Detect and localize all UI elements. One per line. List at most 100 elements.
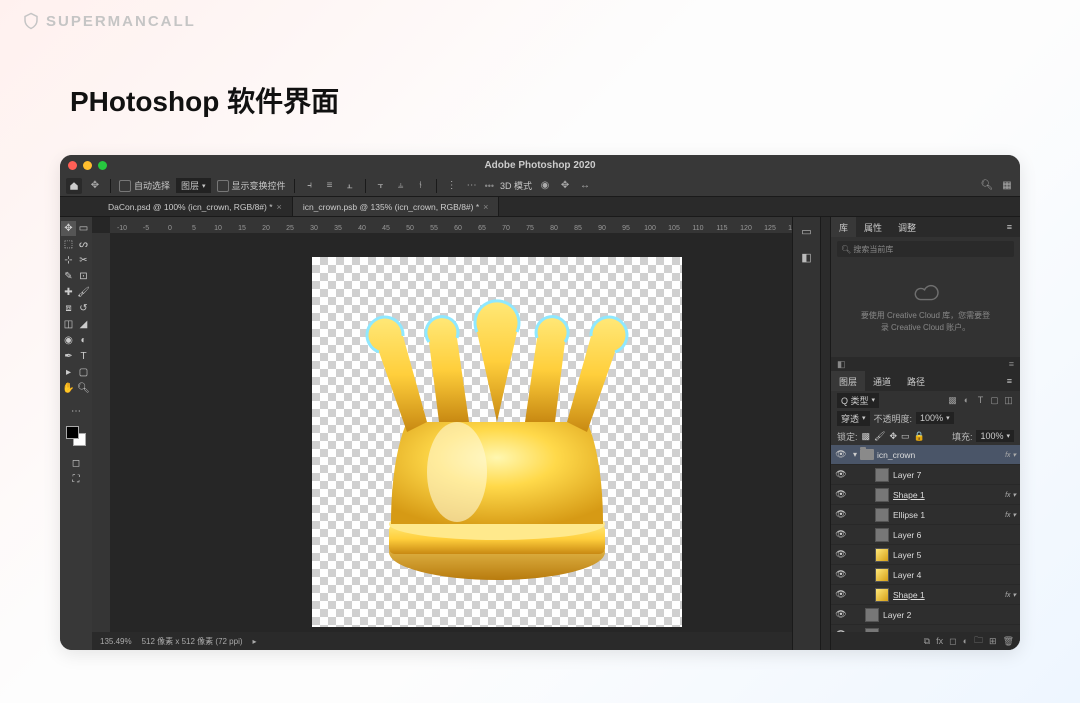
dodge-tool[interactable]: ◐ [76, 333, 91, 348]
align-center-v-icon[interactable]: ⫨ [394, 179, 408, 193]
align-bottom-icon[interactable]: ⫮ [414, 179, 428, 193]
eraser-tool[interactable]: ◫ [61, 317, 76, 332]
visibility-toggle[interactable]: 👁 [835, 469, 847, 480]
crop-tool[interactable]: ✂ [76, 253, 91, 268]
screenmode-tool[interactable]: ⛶ [69, 472, 84, 487]
gradient-tool[interactable]: ◢ [76, 317, 91, 332]
align-right-icon[interactable]: ⫠ [343, 179, 357, 193]
search-button[interactable]: 🔍︎ [980, 179, 994, 193]
new-group-icon[interactable]: 🗀 [974, 633, 983, 649]
link-layers-icon[interactable]: ⧉ [924, 636, 930, 647]
tab-paths[interactable]: 路径 [899, 371, 933, 391]
layer-row[interactable]: 👁Layer 6 [831, 525, 1020, 545]
tab-layers[interactable]: 图层 [831, 371, 865, 391]
tab-adjustments[interactable]: 调整 [890, 217, 924, 237]
marquee-tool[interactable]: ⬚ [61, 237, 76, 252]
foreground-color[interactable] [66, 426, 79, 439]
blur-tool[interactable]: ◉ [61, 333, 76, 348]
close-tab-icon[interactable]: × [483, 202, 488, 212]
path-select-tool[interactable]: ▸ [61, 365, 76, 380]
fill-input[interactable]: 100%▾ [976, 430, 1014, 442]
lock-pos-icon[interactable]: ✥ [889, 431, 897, 442]
workspace-button[interactable]: ▦ [1000, 179, 1014, 193]
slide-3d-icon[interactable]: ↔ [578, 179, 592, 193]
align-top-icon[interactable]: ⫟ [374, 179, 388, 193]
align-left-icon[interactable]: ⫞ [303, 179, 317, 193]
type-tool[interactable]: T [76, 349, 91, 364]
frame-tool[interactable]: ⊡ [76, 269, 91, 284]
panel-menu-button[interactable]: ≡ [999, 371, 1020, 391]
layer-fx-icon[interactable]: fx [936, 636, 943, 646]
history-brush-tool[interactable]: ↺ [76, 301, 91, 316]
visibility-toggle[interactable]: 👁 [835, 569, 847, 580]
lock-nest-icon[interactable]: ▭ [901, 431, 910, 442]
hand-tool[interactable]: ✋ [61, 381, 76, 396]
library-search[interactable]: 🔍︎ 搜索当前库 [837, 241, 1014, 257]
more-align-button[interactable]: ••• [485, 181, 494, 191]
lock-paint-icon[interactable]: 🖌 [874, 431, 885, 442]
auto-select-checkbox[interactable]: 自动选择 [119, 179, 170, 192]
layer-fx-indicator[interactable]: fx ▾ [1005, 511, 1016, 519]
layer-row[interactable]: 👁Shape 2 [831, 625, 1020, 632]
swatches-collapsed[interactable]: ◧ ≡ [831, 357, 1020, 371]
visibility-toggle[interactable]: 👁 [835, 609, 847, 620]
layer-fx-indicator[interactable]: fx ▾ [1005, 491, 1016, 499]
lock-trans-icon[interactable]: ▩ [862, 431, 871, 442]
status-chevron-icon[interactable]: ▸ [253, 637, 257, 646]
stamp-tool[interactable]: ⧈ [61, 301, 76, 316]
tab-libraries[interactable]: 库 [831, 217, 856, 237]
layer-row[interactable]: 👁▾icn_crownfx ▾ [831, 445, 1020, 465]
brush-tool[interactable]: 🖌 [76, 285, 91, 300]
visibility-toggle[interactable]: 👁 [835, 509, 847, 520]
tab-channels[interactable]: 通道 [865, 371, 899, 391]
panel-menu-button[interactable]: ≡ [999, 217, 1020, 237]
document-tab[interactable]: DaCon.psd @ 100% (icn_crown, RGB/8#) * × [98, 197, 293, 216]
delete-layer-icon[interactable]: 🗑 [1003, 636, 1014, 647]
close-tab-icon[interactable]: × [277, 202, 282, 212]
zoom-level[interactable]: 135.49% [100, 637, 132, 646]
move-tool[interactable]: ✥ [61, 221, 76, 236]
align-center-h-icon[interactable]: ≡ [323, 179, 337, 193]
blend-mode-select[interactable]: 穿透▾ [837, 411, 870, 426]
layer-row[interactable]: 👁Layer 4 [831, 565, 1020, 585]
layer-fx-indicator[interactable]: fx ▾ [1005, 591, 1016, 599]
layer-row[interactable]: 👁Layer 2 [831, 605, 1020, 625]
tab-properties[interactable]: 属性 [856, 217, 890, 237]
document-canvas[interactable] [312, 257, 682, 627]
show-transform-checkbox[interactable]: 显示变换控件 [217, 179, 286, 192]
filter-type-icon[interactable]: T [975, 395, 986, 406]
document-tab[interactable]: icn_crown.psb @ 135% (icn_crown, RGB/8#)… [293, 197, 500, 216]
layer-fx-indicator[interactable]: fx ▾ [1005, 451, 1016, 459]
home-button[interactable] [66, 178, 82, 194]
new-layer-icon[interactable]: ⊞ [989, 636, 997, 647]
visibility-toggle[interactable]: 👁 [835, 489, 847, 500]
layer-mask-icon[interactable]: ◻ [949, 636, 956, 647]
pen-tool[interactable]: ✒ [61, 349, 76, 364]
visibility-toggle[interactable]: 👁 [835, 529, 847, 540]
lock-all-icon[interactable]: 🔒 [914, 431, 925, 442]
filter-kind-select[interactable]: Q 类型▾ [837, 393, 879, 408]
filter-shape-icon[interactable]: ▢ [989, 395, 1000, 406]
color-swatch[interactable] [66, 426, 86, 446]
canvas-area[interactable]: -10-505101520253035404550556065707580859… [92, 217, 792, 650]
pan-3d-icon[interactable]: ✥ [558, 179, 572, 193]
filter-pixel-icon[interactable]: ▩ [947, 395, 958, 406]
lasso-tool[interactable]: ᔕ [76, 237, 91, 252]
opacity-input[interactable]: 100%▾ [916, 412, 954, 424]
quick-select-tool[interactable]: ⊹ [61, 253, 76, 268]
healing-tool[interactable]: ✚ [61, 285, 76, 300]
visibility-toggle[interactable]: 👁 [835, 589, 847, 600]
zoom-tool[interactable]: 🔍︎ [76, 381, 91, 396]
adjustment-layer-icon[interactable]: ◐ [963, 636, 968, 646]
layer-row[interactable]: 👁Layer 7 [831, 465, 1020, 485]
layer-row[interactable]: 👁Layer 5 [831, 545, 1020, 565]
filter-adjust-icon[interactable]: ◐ [961, 395, 972, 406]
artboard-tool[interactable]: ▭ [76, 221, 91, 236]
quickmask-tool[interactable]: ◻ [69, 456, 84, 471]
layer-row[interactable]: 👁Shape 1fx ▾ [831, 485, 1020, 505]
auto-select-target[interactable]: 图层▾ [176, 178, 211, 193]
filter-smart-icon[interactable]: ◫ [1003, 395, 1014, 406]
history-panel-icon[interactable]: ▭ [799, 223, 815, 239]
distribute-v-icon[interactable]: ⋯ [465, 179, 479, 193]
mode-3d-label[interactable]: 3D 模式 [500, 179, 532, 192]
